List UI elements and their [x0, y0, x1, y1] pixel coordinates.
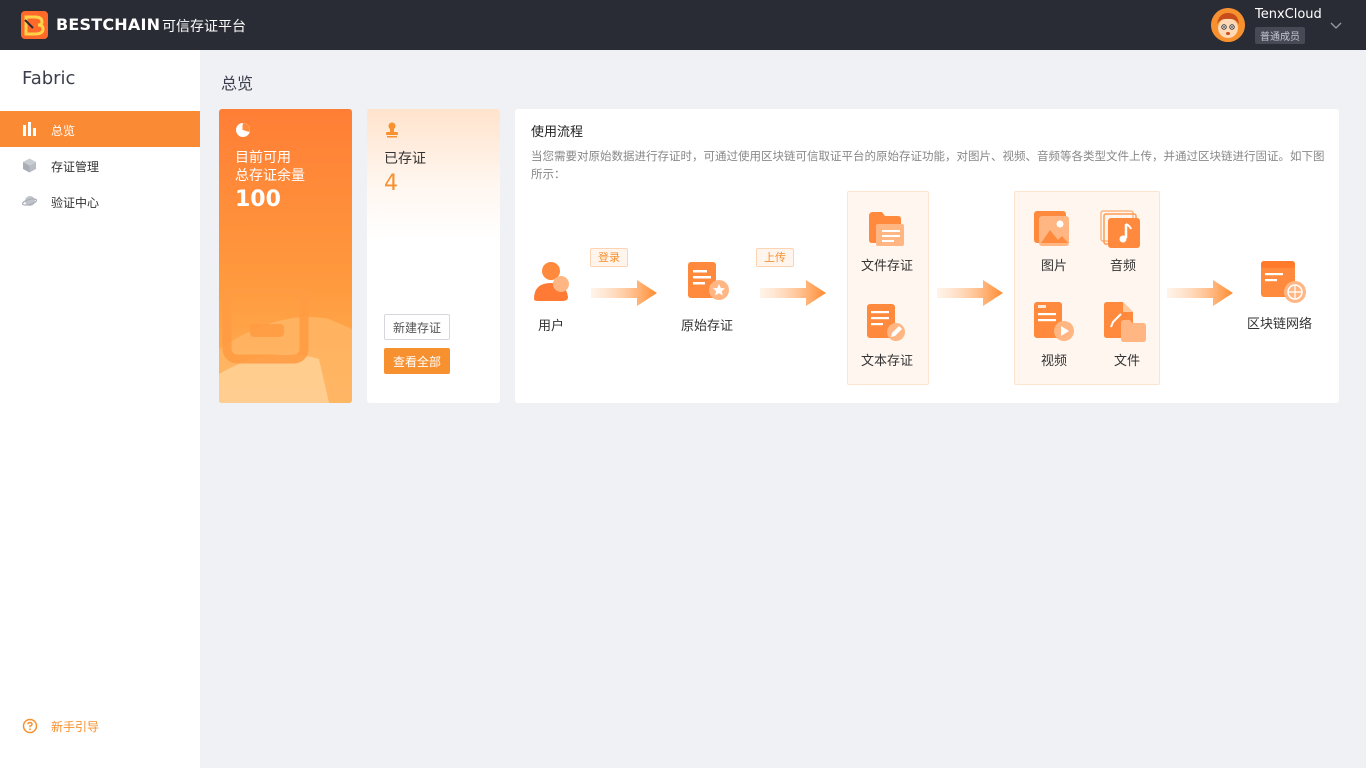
document-star-icon — [688, 262, 729, 300]
user-avatar[interactable] — [1211, 8, 1245, 42]
quota-value: 100 — [235, 187, 281, 212]
bestchain-logo-icon — [21, 11, 48, 39]
page-title: 总览 — [221, 74, 254, 93]
sidebar-item-verification-center[interactable]: 验证中心 — [0, 183, 200, 219]
sidebar-item-overview[interactable]: 总览 — [0, 111, 200, 147]
stored-count: 4 — [384, 171, 398, 196]
cube-icon — [23, 158, 36, 173]
usage-flow-card: 使用流程 当您需要对原始数据进行存证时，可通过使用区块链可信取证平台的原始存证功… — [515, 109, 1339, 403]
node-blockchain-label: 区块链网络 — [1247, 317, 1313, 332]
planet-icon — [22, 196, 37, 206]
folder-file-icon — [869, 212, 904, 246]
file-folder-icon — [1104, 302, 1146, 342]
user-icon — [534, 262, 569, 301]
node-user-label: 用户 — [538, 319, 565, 334]
bar-chart-icon — [23, 122, 36, 136]
evidence-type-box: 文件存证 文本存证 — [847, 191, 929, 385]
chevron-down-icon[interactable] — [1329, 18, 1343, 32]
quota-label-line2: 总存证余量 — [235, 168, 305, 184]
node-raw-evidence-label: 原始存证 — [681, 319, 734, 334]
text-document-pen-icon — [867, 304, 905, 341]
beginner-guide-link[interactable]: 新手引导 — [22, 718, 99, 734]
flow-description: 当您需要对原始数据进行存证时，可通过使用区块链可信取证平台的原始存证功能，对图片… — [531, 149, 1325, 181]
user-name[interactable]: TenxCloud — [1255, 7, 1322, 22]
node-video-label: 视频 — [1041, 354, 1068, 369]
node-file-evidence-label: 文件存证 — [861, 259, 914, 274]
storage-decoration-icon — [219, 289, 352, 403]
arrow-right-icon — [591, 280, 657, 306]
sidebar-item-evidence-management[interactable]: 存证管理 — [0, 147, 200, 183]
stamp-icon — [386, 122, 398, 138]
sidebar: Fabric 总览 存证管理 验证中心 新手引导 — [0, 50, 200, 768]
node-text-evidence-label: 文本存证 — [861, 354, 914, 369]
pie-chart-icon — [236, 123, 250, 137]
sidebar-title: Fabric — [22, 68, 76, 89]
help-circle-icon — [22, 718, 38, 734]
sidebar-item-label: 总览 — [51, 124, 76, 138]
login-tag: 登录 — [590, 248, 628, 267]
audio-icon — [1100, 210, 1140, 248]
image-icon — [1034, 211, 1069, 246]
new-evidence-button[interactable]: 新建存证 — [384, 314, 450, 340]
stored-card: 已存证 4 新建存证 查看全部 — [367, 109, 500, 403]
blockchain-network-icon — [1261, 261, 1306, 303]
platform-subtitle: 可信存证平台 — [162, 19, 246, 35]
beginner-guide-label: 新手引导 — [51, 720, 100, 734]
arrow-right-icon — [1167, 280, 1233, 306]
top-bar: BESTCHAIN 可信存证平台 TenxCloud 普通成员 — [0, 0, 1366, 50]
arrow-right-icon — [760, 280, 826, 306]
upload-tag: 上传 — [756, 248, 794, 267]
arrow-right-icon — [937, 280, 1003, 306]
brand-name: BESTCHAIN — [56, 15, 161, 34]
node-file-label: 文件 — [1114, 354, 1141, 369]
user-role-badge: 普通成员 — [1255, 27, 1305, 44]
quota-label-line1: 目前可用 — [235, 150, 291, 166]
node-image-label: 图片 — [1041, 259, 1068, 274]
sidebar-item-label: 验证中心 — [51, 196, 100, 210]
node-audio-label: 音频 — [1110, 259, 1137, 274]
video-icon — [1034, 302, 1074, 341]
flow-title: 使用流程 — [531, 125, 584, 140]
view-all-button[interactable]: 查看全部 — [384, 348, 450, 374]
quota-card: 目前可用 总存证余量 100 — [219, 109, 352, 403]
stored-label: 已存证 — [384, 151, 426, 167]
sidebar-item-label: 存证管理 — [51, 160, 100, 174]
file-types-box: 图片 音频 视频 文件 — [1014, 191, 1160, 385]
